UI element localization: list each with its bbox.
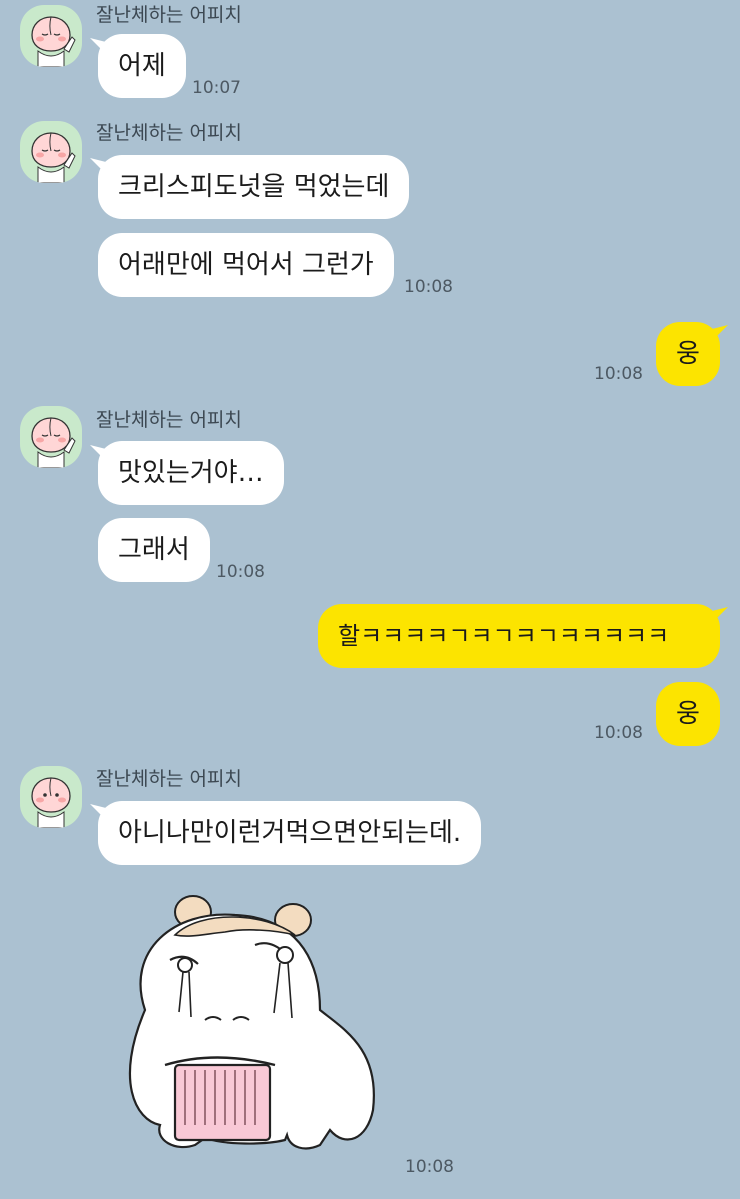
message-time: 10:08 xyxy=(405,1157,454,1177)
apeach-icon xyxy=(31,132,76,183)
message-bubble[interactable]: 웅 xyxy=(656,322,720,386)
apeach-avatar[interactable] xyxy=(20,5,82,67)
message-bubble[interactable]: 아니나만이런거먹으면안되는데. xyxy=(98,801,482,865)
message-bubble[interactable]: 어래만에 먹어서 그런가 xyxy=(98,233,394,297)
bubble-tail xyxy=(712,325,728,341)
apeach-icon xyxy=(31,16,76,67)
message-bubble[interactable]: 그래서 xyxy=(98,518,210,582)
apeach-icon xyxy=(31,777,71,828)
message-bubble[interactable]: 웅 xyxy=(656,682,720,746)
message-bubble[interactable]: 할ㅋㅋㅋㅋㄱㅋㄱㅋㄱㅋㅋㅋㅋㅋ xyxy=(318,604,720,668)
message-time: 10:08 xyxy=(594,723,643,743)
apeach-avatar[interactable] xyxy=(20,406,82,468)
message-bubble[interactable]: 맛있는거야… xyxy=(98,441,284,505)
message-time: 10:08 xyxy=(216,562,265,582)
message-time: 10:07 xyxy=(192,78,241,98)
sender-name: 잘난체하는 어피치 xyxy=(96,768,242,790)
sender-name: 잘난체하는 어피치 xyxy=(96,122,242,144)
message-bubble[interactable]: 크리스피도넛을 먹었는데 xyxy=(98,155,410,219)
apeach-avatar[interactable] xyxy=(20,121,82,183)
message-bubble[interactable]: 어제 xyxy=(98,34,186,98)
message-time: 10:08 xyxy=(404,277,453,297)
apeach-icon xyxy=(31,417,76,468)
crying-hamster-sticker[interactable] xyxy=(105,890,385,1160)
sender-name: 잘난체하는 어피치 xyxy=(96,4,242,26)
bubble-tail xyxy=(712,607,728,623)
sender-name: 잘난체하는 어피치 xyxy=(96,409,242,431)
message-time: 10:08 xyxy=(594,364,643,384)
apeach-avatar[interactable] xyxy=(20,766,82,828)
